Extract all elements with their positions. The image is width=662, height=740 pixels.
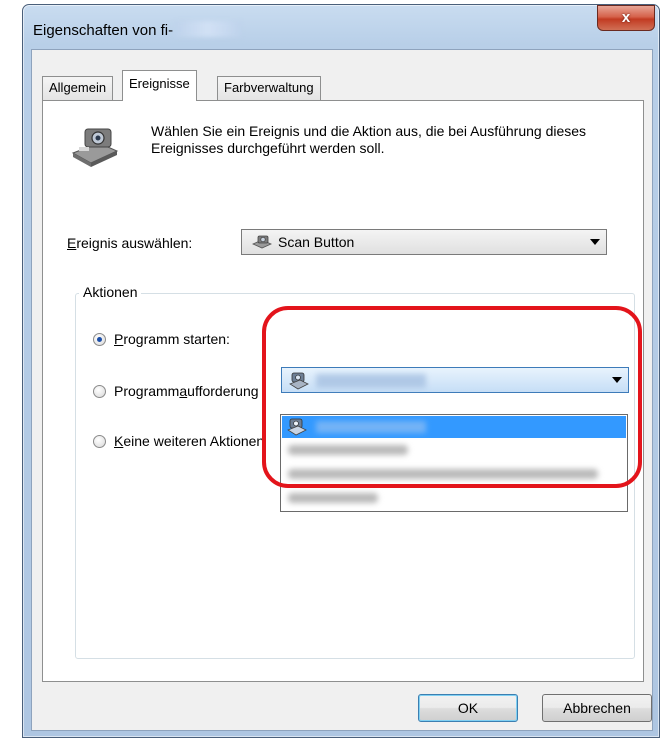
highlight-annotation	[262, 306, 642, 488]
chevron-down-icon	[590, 239, 600, 245]
event-select[interactable]: Scan Button	[241, 229, 607, 255]
radio-unchecked-icon	[93, 385, 106, 398]
scanner-small-icon	[252, 235, 272, 249]
start-program-label: rogramm starten:	[123, 331, 230, 347]
close-icon: x	[621, 9, 631, 26]
cancel-button[interactable]: Abbrechen	[542, 694, 652, 722]
radio-prompt-program[interactable]: Programmaufforderung	[93, 383, 282, 399]
event-label-accel: E	[67, 235, 77, 251]
radio-no-action[interactable]: Keine weiteren Aktionen	[93, 433, 274, 449]
close-button[interactable]: x	[597, 5, 655, 31]
window-title-text: Eigenschaften von fi-	[33, 22, 174, 39]
event-select-value: Scan Button	[278, 234, 355, 250]
redacted-item	[288, 493, 378, 503]
event-select-label: Ereignis auswählen:	[67, 235, 192, 251]
prompt-program-label: Programmaufforderung	[114, 383, 259, 399]
instruction-text: Wählen Sie ein Ereignis und die Aktion a…	[151, 123, 587, 156]
event-label-rest: reignis auswählen:	[76, 235, 193, 251]
start-program-accel: P	[114, 331, 124, 347]
radio-unchecked-icon	[93, 435, 106, 448]
actions-group-title: Aktionen	[79, 284, 142, 300]
no-action-label: Keine weiteren Aktionen	[114, 433, 265, 449]
radio-start-program[interactable]: Programm starten:	[93, 331, 230, 347]
tab-farbverwaltung[interactable]: Farbverwaltung	[217, 76, 321, 101]
window-title: Eigenschaften von fi-	[33, 21, 242, 39]
scanner-icon	[71, 128, 119, 167]
redacted-model-name	[175, 21, 242, 37]
tab-allgemein[interactable]: Allgemein	[42, 76, 114, 101]
dropdown-item[interactable]	[282, 487, 626, 509]
title-bar[interactable]: Eigenschaften von fi- x	[23, 5, 659, 49]
tab-ereignisse[interactable]: Ereignisse	[122, 70, 197, 101]
ok-button[interactable]: OK	[418, 694, 518, 722]
radio-checked-icon	[93, 333, 106, 346]
